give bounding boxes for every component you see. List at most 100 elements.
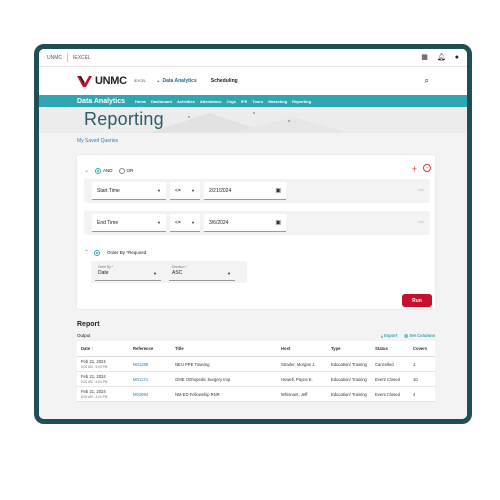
section-title: Data Analytics xyxy=(77,97,125,105)
cell-time-value: 8:00 AM - 4:00 PM xyxy=(81,395,108,399)
cell-reference-link[interactable]: M01174 xyxy=(129,371,171,387)
cell-status: Event Closed xyxy=(371,386,409,402)
column-header-reference[interactable]: Reference xyxy=(129,341,171,357)
calendar-icon[interactable]: ▣ xyxy=(275,187,281,194)
export-icon: ⤓ xyxy=(380,333,383,338)
report-section: Report Output ⤓ Export ▥ Set Columns Dat… xyxy=(77,321,435,402)
cell-date-value: Feb 21, 2024 xyxy=(81,389,106,394)
output-actions: ⤓ Export ▥ Set Columns xyxy=(381,333,435,338)
sort-arrow-icon: ↑ xyxy=(91,346,94,351)
chevron-down-icon: ▼ xyxy=(191,188,195,193)
cell-reference-link[interactable]: M02994 xyxy=(129,386,171,402)
logic-row: ⌄ AND OR xyxy=(84,167,133,174)
nav-marketing[interactable]: Marketing xyxy=(268,99,287,104)
bell-icon[interactable]: 🔔︎ xyxy=(437,54,446,61)
top-bar: UNMC IEXCEL ▦ 🔔︎ ● xyxy=(39,49,467,67)
cell-type: Education/ Training xyxy=(327,386,371,402)
or-label: OR xyxy=(126,167,134,173)
kebab-icon[interactable]: ⋯ xyxy=(418,219,424,226)
topbar-left1[interactable]: UNMC xyxy=(47,55,62,61)
filter-operator-select[interactable]: <= ▼ xyxy=(170,214,200,232)
plus-icon[interactable]: + xyxy=(412,164,417,174)
logo-text: UNMC xyxy=(95,75,127,87)
direction-select[interactable]: Direction * ASC ▼ xyxy=(169,263,235,281)
column-header-type[interactable]: Type xyxy=(327,341,371,357)
direction-field-value: ASC xyxy=(172,270,183,276)
set-columns-button[interactable]: ▥ Set Columns xyxy=(404,333,435,338)
nav-home[interactable]: Home xyxy=(135,99,146,104)
kebab-icon[interactable]: ⋯ xyxy=(418,187,424,194)
or-radio[interactable]: OR xyxy=(118,167,134,174)
filter-date-input[interactable]: 3/6/2024 ▣ xyxy=(204,214,286,232)
direction-field-label: Direction * xyxy=(172,265,187,269)
cell-type: Education/ Training xyxy=(327,371,371,387)
calendar-icon[interactable]: ▣ xyxy=(275,219,281,226)
and-radio[interactable]: AND xyxy=(95,167,113,174)
nav-attendance[interactable]: Attendance xyxy=(200,99,222,104)
unmc-logo[interactable]: UNMC IEXCEL xyxy=(77,75,146,87)
device-frame: UNMC IEXCEL ▦ 🔔︎ ● UNMC IEXCEL ⌄ Data An… xyxy=(34,44,472,424)
topbar-divider xyxy=(67,53,68,62)
cell-host: Howell, Payne E. xyxy=(277,371,327,387)
table-row[interactable]: Feb 21, 2024 8:00 AM - 5:00 PM M01288 NEU… xyxy=(77,356,435,372)
remove-icon[interactable]: − xyxy=(423,164,431,172)
cell-date: Feb 21, 2024 8:00 AM - 4:00 PM xyxy=(77,371,129,387)
chevron-down-icon[interactable]: ⌄ xyxy=(84,167,89,174)
nav-ipe[interactable]: IPE xyxy=(241,99,247,104)
output-toolbar: Output ⤓ Export ▥ Set Columns xyxy=(77,333,435,338)
cell-title: NM ED Fellowship RNR xyxy=(171,386,277,402)
run-button[interactable]: Run xyxy=(402,294,432,307)
column-header-host[interactable]: Host xyxy=(277,341,327,357)
app-header: UNMC IEXCEL ⌄ Data Analytics Scheduling … xyxy=(39,67,467,95)
columns-icon: ▥ xyxy=(404,333,409,338)
cell-title: GME Orthopedic Surgery Imp xyxy=(171,371,277,387)
section-nav-bar: Data Analytics Home Dashboard Activities… xyxy=(39,95,467,107)
filter-operator-select[interactable]: <= ▼ xyxy=(170,182,200,200)
table-header-row: Date ↑ Reference Title Host Type Status … xyxy=(77,341,435,357)
chevron-down-icon: ▼ xyxy=(157,220,161,225)
cell-date-value: Feb 21, 2024 xyxy=(81,359,106,364)
section-nav-links: Home Dashboard Activities Attendance Org… xyxy=(135,99,311,104)
chevron-down-icon: ⌄ xyxy=(156,78,161,84)
cell-date-value: Feb 21, 2024 xyxy=(81,374,106,379)
search-icon[interactable]: ⌕ xyxy=(425,76,429,86)
nav-data-analytics[interactable]: ⌄ Data Analytics xyxy=(156,78,196,84)
set-columns-label: Set Columns xyxy=(409,333,435,338)
table-row[interactable]: Feb 21, 2024 8:00 AM - 4:00 PM M02994 NM … xyxy=(77,386,435,402)
column-header-title[interactable]: Title xyxy=(171,341,277,357)
filter-field-value: Start Time xyxy=(97,187,120,194)
filter-row: Start Time ▼ <= ▼ 2/21/2024 ▣ ⋯ xyxy=(84,179,430,203)
nav-reporting[interactable]: Reporting xyxy=(292,99,311,104)
order-by-field-label: Order By * xyxy=(98,265,113,269)
topbar-left2[interactable]: IEXCEL xyxy=(73,55,91,61)
nav-tours[interactable]: Tours xyxy=(252,99,263,104)
nav-activities[interactable]: Activities xyxy=(177,99,195,104)
saved-queries-link[interactable]: My Saved Queries xyxy=(39,133,467,149)
export-button[interactable]: ⤓ Export xyxy=(381,333,397,338)
cell-time-value: 8:00 AM - 4:00 PM xyxy=(81,380,108,384)
nav-dashboard[interactable]: Dashboard xyxy=(151,99,172,104)
order-by-box: Order By * Date ▼ Direction * ASC ▼ xyxy=(91,261,247,283)
cell-covers: 1 xyxy=(409,356,435,372)
cell-covers: 4 xyxy=(409,386,435,402)
column-header-status[interactable]: Status xyxy=(371,341,409,357)
filter-date-value: 3/6/2024 xyxy=(209,219,229,226)
app-screen: UNMC IEXCEL ▦ 🔔︎ ● UNMC IEXCEL ⌄ Data An… xyxy=(39,49,467,419)
user-icon[interactable]: ● xyxy=(455,54,459,61)
nav-orgs[interactable]: Orgs xyxy=(227,99,236,104)
order-by-toggle[interactable]: ⌃ Order By *Required xyxy=(84,249,146,256)
cell-reference-link[interactable]: M01288 xyxy=(129,356,171,372)
nav-scheduling[interactable]: Scheduling xyxy=(211,78,238,84)
radio-empty-icon xyxy=(118,167,125,174)
logo-mark-icon xyxy=(77,76,92,87)
grid-icon[interactable]: ▦ xyxy=(421,54,428,61)
cell-date: Feb 21, 2024 8:00 AM - 5:00 PM xyxy=(77,356,129,372)
column-header-covers[interactable]: Covers xyxy=(409,341,435,357)
filter-date-input[interactable]: 2/21/2024 ▣ xyxy=(204,182,286,200)
table-row[interactable]: Feb 21, 2024 8:00 AM - 4:00 PM M01174 GME… xyxy=(77,371,435,387)
cell-title: NEU PPE Training xyxy=(171,356,277,372)
column-header-date[interactable]: Date ↑ xyxy=(77,341,129,357)
filter-field-select[interactable]: End Time ▼ xyxy=(92,214,166,232)
order-by-select[interactable]: Order By * Date ▼ xyxy=(95,263,161,281)
filter-field-select[interactable]: Start Time ▼ xyxy=(92,182,166,200)
